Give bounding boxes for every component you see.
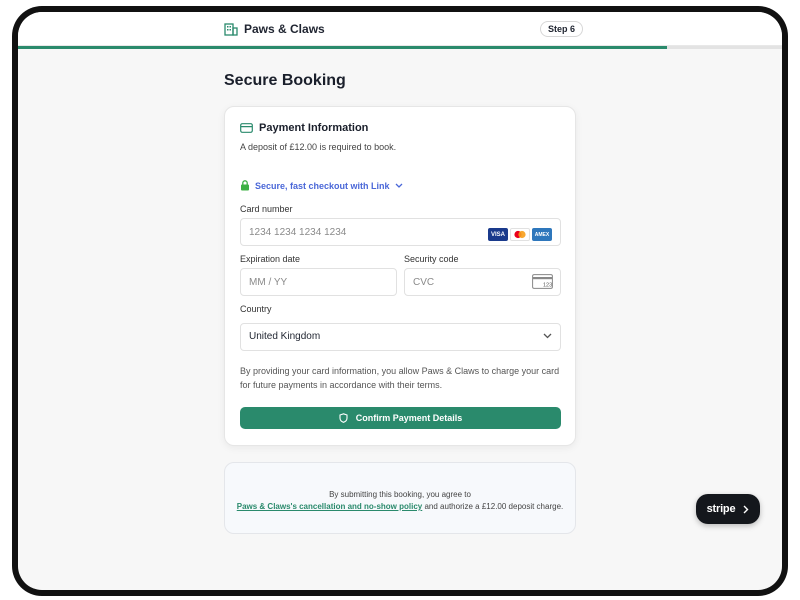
card-terms-text: By providing your card information, you …	[240, 366, 560, 390]
payment-heading: Payment Information	[259, 122, 369, 134]
device-frame: Paws & Claws Step 6 Secure Booking Payme…	[12, 6, 788, 596]
confirm-payment-button[interactable]: Confirm Payment Details	[240, 407, 561, 429]
brand-name: Paws & Claws	[244, 22, 325, 36]
step-badge: Step 6	[540, 21, 584, 37]
cvc-card-number: 123	[543, 283, 552, 289]
booking-agreement: By submitting this booking, you agree to…	[224, 462, 576, 534]
building-icon	[224, 23, 238, 36]
payment-header: Payment Information	[240, 122, 368, 134]
link-checkout-toggle[interactable]: Secure, fast checkout with Link	[240, 180, 403, 191]
lock-icon	[241, 180, 249, 191]
expiry-input[interactable]	[240, 268, 397, 296]
screen: Paws & Claws Step 6 Secure Booking Payme…	[18, 12, 782, 590]
expiry-label: Expiration date	[240, 254, 301, 264]
agreement-line-1: By submitting this booking, you agree to	[329, 490, 471, 499]
mastercard-logo	[510, 228, 530, 241]
page-title: Secure Booking	[224, 72, 346, 89]
agreement-line-2: Paws & Claws's cancellation and no-show …	[225, 501, 575, 513]
card-brand-logos: VISA AMEX	[488, 228, 552, 241]
chevron-right-icon	[743, 505, 749, 513]
country-select[interactable]: United Kingdom	[240, 323, 561, 351]
chevron-down-icon	[395, 183, 403, 188]
payment-card: Payment Information A deposit of £12.00 …	[224, 106, 576, 446]
brand: Paws & Claws	[224, 22, 325, 36]
header: Paws & Claws Step 6	[18, 12, 782, 46]
shield-icon	[339, 413, 348, 423]
stripe-logo: stripe	[706, 503, 736, 515]
credit-card-icon	[240, 123, 253, 133]
cancellation-policy-link[interactable]: Paws & Claws's cancellation and no-show …	[237, 502, 423, 511]
chevron-down-icon	[543, 333, 552, 339]
confirm-payment-label: Confirm Payment Details	[355, 413, 463, 423]
cvc-label: Security code	[404, 254, 459, 264]
agreement-suffix: and authorize a £12.00 deposit charge.	[422, 502, 564, 511]
card-number-label: Card number	[240, 204, 293, 214]
mastercard-icon	[514, 230, 526, 239]
stripe-badge[interactable]: stripe	[696, 494, 760, 524]
country-label: Country	[240, 304, 272, 314]
progress-fill	[18, 46, 668, 49]
link-checkout-text: Secure, fast checkout with Link	[255, 180, 390, 191]
deposit-text: A deposit of £12.00 is required to book.	[240, 142, 397, 152]
cvc-card-icon: 123	[532, 274, 553, 289]
visa-logo: VISA	[488, 228, 508, 241]
country-value: United Kingdom	[249, 331, 321, 342]
amex-logo: AMEX	[532, 228, 552, 241]
progress-bar	[18, 46, 782, 49]
